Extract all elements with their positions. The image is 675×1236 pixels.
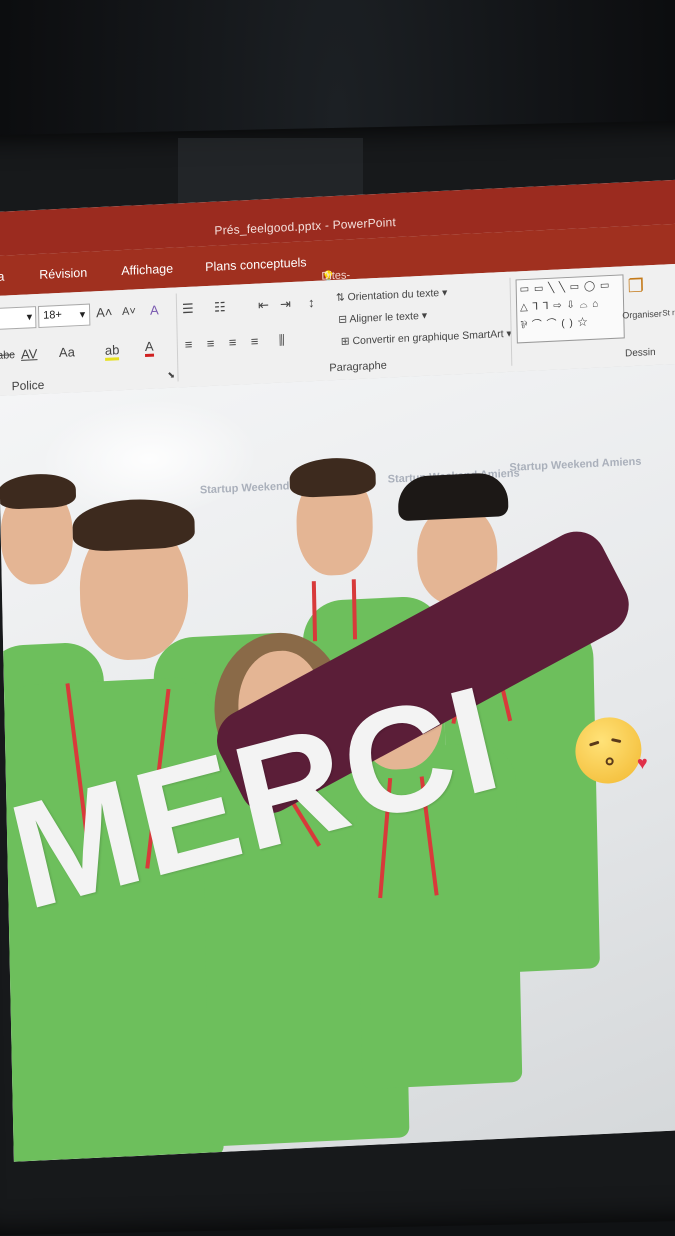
powerpoint-window: Prés_feelgood.pptx - PowerPoint a Révisi…: [0, 179, 675, 1162]
slide-canvas[interactable]: Startup Weekend Amiens Startup Weekend A…: [0, 362, 675, 1162]
character-spacing-button[interactable]: AV: [21, 346, 38, 362]
align-right-icon[interactable]: ≡: [229, 335, 237, 350]
font-size-dropdown[interactable]: 18+ ▾: [37, 303, 91, 328]
chevron-down-icon: ▾: [79, 308, 86, 322]
font-color-button[interactable]: A: [144, 338, 154, 357]
group-label-paragraphe: Paragraphe: [329, 359, 387, 375]
grow-font-button[interactable]: A˄: [96, 304, 113, 320]
text-direction-icon: ⇅: [335, 291, 348, 304]
chevron-down-icon: ▾: [26, 311, 33, 324]
dialog-launcher-icon[interactable]: ⬊: [167, 370, 175, 381]
convert-smartart-button[interactable]: ⊞ Convertir en graphique SmartArt ▾: [341, 328, 512, 348]
heart-icon: ♥: [636, 752, 648, 774]
slide-logo-text: Startup Weekend Amiens: [509, 455, 642, 474]
increase-indent-icon[interactable]: ⇥: [280, 296, 291, 313]
tab-plans-conceptuels[interactable]: Plans conceptuels: [205, 255, 307, 274]
text-direction-button[interactable]: ⇅ Orientation du texte ▾: [336, 287, 448, 304]
group-label-dessin: Dessin: [624, 346, 656, 360]
align-text-label: Aligner le texte: [349, 310, 420, 326]
change-case-button[interactable]: Aa: [59, 344, 75, 360]
smartart-icon: ⊞: [340, 335, 353, 348]
shapes-gallery[interactable]: ▭ ▭ ╲ ╲ ▭ ◯ ▭ △ ⅂ ⅂ ⇨ ⇩ ⌓ ⌂ ⅌ ⌒ ⌒ ( ) ☆: [515, 274, 625, 344]
align-left-icon[interactable]: ≡: [185, 337, 193, 352]
quick-styles-label[interactable]: St rap: [662, 308, 675, 318]
group-separator: [509, 277, 513, 366]
shrink-font-button[interactable]: A˅: [122, 305, 136, 318]
text-direction-label: Orientation du texte: [347, 287, 440, 304]
clear-formatting-button[interactable]: A: [150, 302, 159, 317]
shapes-row: ⅌ ⌒ ⌒ ( ) ☆: [520, 317, 589, 332]
group-separator: [175, 293, 179, 382]
columns-icon[interactable]: ⫼: [279, 332, 285, 348]
align-text-icon: ⊟: [338, 313, 350, 326]
justify-icon[interactable]: ≡: [251, 334, 259, 349]
font-size-value: 18+: [43, 308, 62, 322]
tab-revision[interactable]: Révision: [39, 266, 87, 282]
group-label-police: Police: [11, 377, 45, 394]
organize-label[interactable]: Organiser: [622, 309, 662, 321]
convert-smartart-label: Convertir en graphique SmartArt: [352, 328, 504, 348]
text-shadow-button[interactable]: abc: [0, 349, 15, 362]
align-text-button[interactable]: ⊟ Aligner le texte ▾: [338, 310, 427, 326]
align-center-icon[interactable]: ≡: [207, 336, 215, 351]
highlight-button[interactable]: ab: [104, 342, 120, 361]
numbering-icon[interactable]: ☷: [214, 299, 226, 316]
line-spacing-icon[interactable]: ↕: [308, 295, 315, 310]
decrease-indent-icon[interactable]: ⇤: [258, 297, 269, 314]
kissing-face-emoji[interactable]: ♥: [574, 715, 648, 786]
tab-affichage[interactable]: Affichage: [121, 262, 173, 278]
window-title: Prés_feelgood.pptx - PowerPoint: [214, 215, 397, 238]
tab-partial[interactable]: a: [0, 270, 4, 284]
arrange-icon[interactable]: ❐: [627, 275, 644, 297]
font-name-dropdown[interactable]: ▾: [0, 306, 37, 330]
bullets-icon[interactable]: ☰: [182, 301, 194, 318]
